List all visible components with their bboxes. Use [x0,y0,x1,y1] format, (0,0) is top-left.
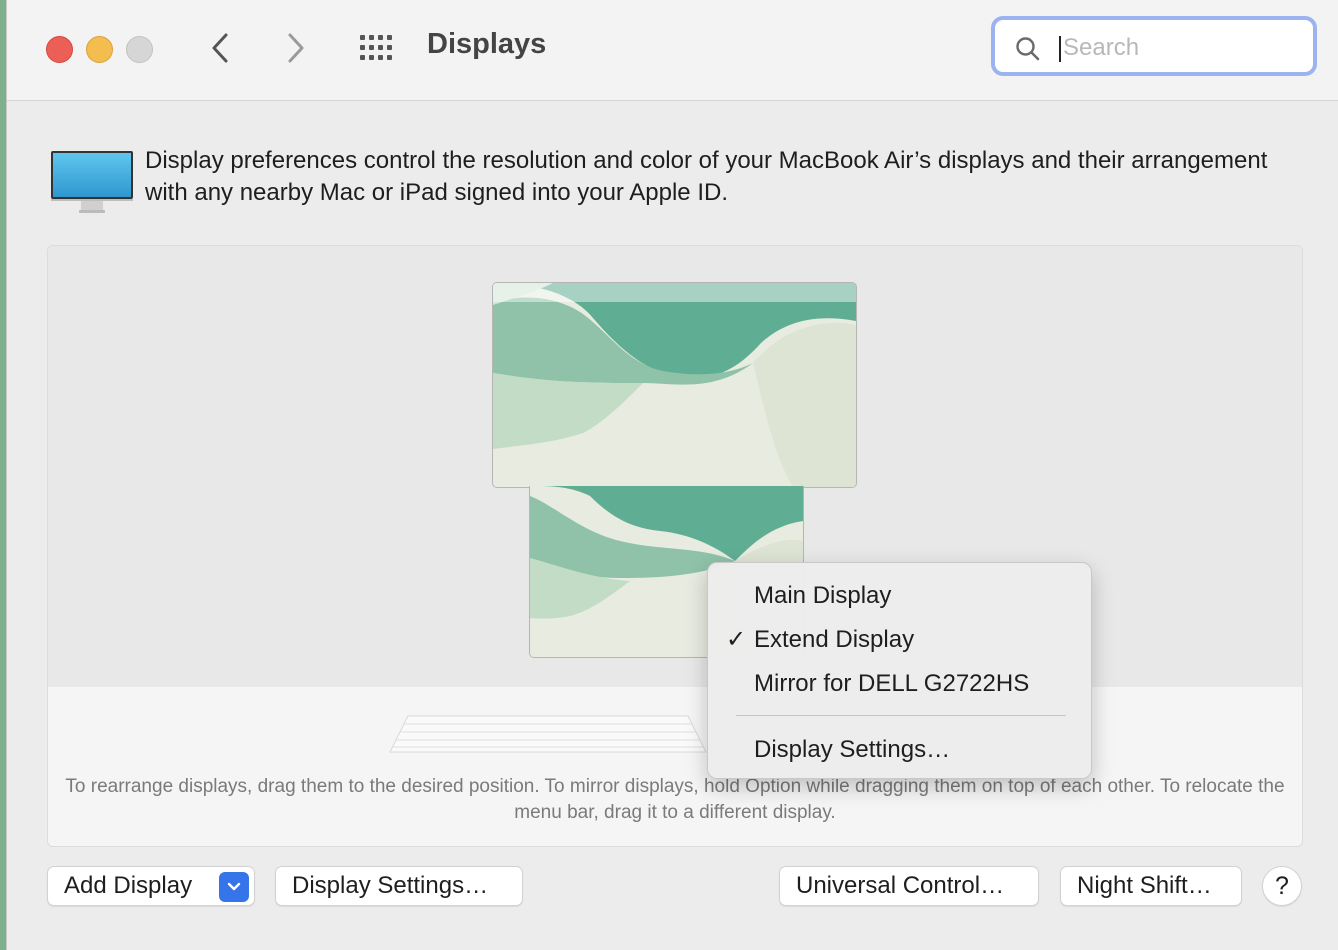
close-button[interactable] [46,36,73,63]
keyboard-image [389,715,707,753]
arrangement-hint: To rearrange displays, drag them to the … [65,776,1285,823]
search-field[interactable] [991,16,1317,76]
menu-separator [736,715,1066,716]
menu-item-label: Main Display [754,582,892,609]
menu-bar-indicator[interactable] [493,283,856,302]
menu-item-display-settings[interactable]: Display Settings… [708,730,1091,770]
menu-item-label: Display Settings… [754,736,951,763]
system-preferences-window: Displays Display preferences control the… [6,0,1338,950]
arrangement-canvas [48,246,1302,687]
add-display-popup[interactable]: Add Display [47,866,255,906]
display-thumbnail-main[interactable] [492,282,857,488]
display-settings-button[interactable]: Display Settings… [275,866,523,906]
zoom-button[interactable] [126,36,153,63]
minimize-button[interactable] [86,36,113,63]
night-shift-button[interactable]: Night Shift… [1060,866,1242,906]
display-icon [51,151,133,213]
chevron-right-icon [288,33,304,63]
menu-item-label: Mirror for DELL G2722HS [754,670,1030,697]
help-button[interactable]: ? [1262,866,1302,906]
menu-item-label: Extend Display [754,626,915,653]
back-button[interactable] [201,28,241,68]
display-context-menu: Main Display ✓ Extend Display Mirror for… [707,562,1092,779]
dropdown-toggle[interactable] [219,872,249,902]
window-title: Displays [427,28,547,60]
menu-item-extend-display[interactable]: ✓ Extend Display [708,620,1091,660]
chevron-down-icon [227,882,241,891]
universal-control-button[interactable]: Universal Control… [779,866,1039,906]
wallpaper-image [493,283,856,487]
arrangement-area: To rearrange displays, drag them to the … [47,245,1303,847]
magnifying-glass-icon [1016,37,1040,61]
menu-item-main-display[interactable]: Main Display [708,576,1091,616]
search-input[interactable] [1061,32,1295,64]
add-display-label: Add Display [64,872,193,899]
checkmark-icon: ✓ [726,626,747,653]
show-all-button[interactable] [357,32,397,64]
menu-item-mirror[interactable]: Mirror for DELL G2722HS [708,664,1091,704]
description-text: Display preferences control the resoluti… [145,147,1268,206]
forward-button[interactable] [275,28,315,68]
toolbar: Displays [7,0,1338,101]
chevron-left-icon [212,33,228,63]
grid-icon [360,35,392,60]
